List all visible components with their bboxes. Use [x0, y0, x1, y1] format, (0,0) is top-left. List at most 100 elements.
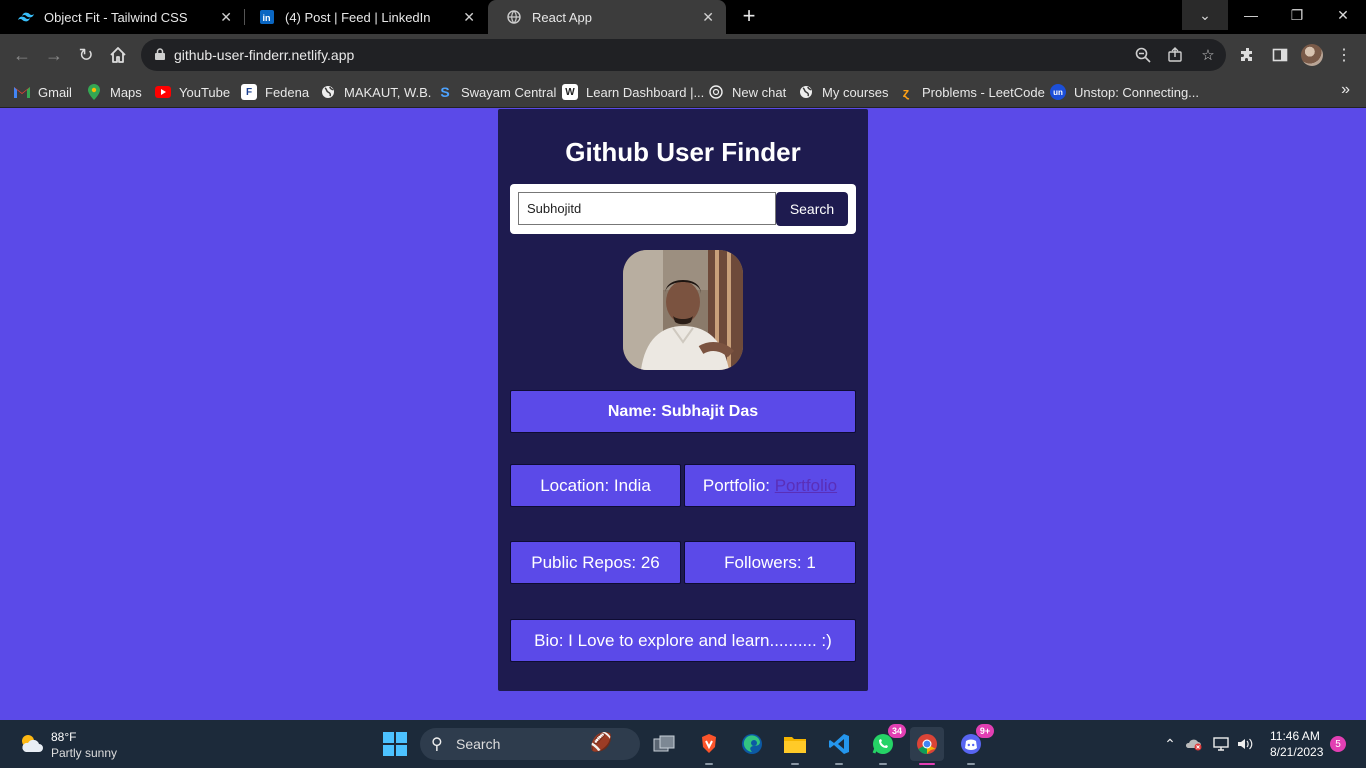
user-bio: Bio: I Love to explore and learn........…: [510, 619, 856, 662]
star-icon[interactable]: ☆: [1198, 45, 1218, 65]
windows-logo-tile: [383, 732, 394, 743]
taskbar-search[interactable]: ⚲ Search 🏈: [420, 728, 640, 760]
tab-linkedin[interactable]: in (4) Post | Feed | LinkedIn ✕: [241, 0, 487, 34]
minimize-button[interactable]: —: [1228, 0, 1274, 30]
maps-icon: [86, 84, 102, 100]
bookmark-fedena[interactable]: F Fedena: [241, 82, 309, 102]
bookmark-label: MAKAUT, W.B.: [344, 84, 432, 100]
clock-time[interactable]: 11:46 AM: [1270, 729, 1320, 743]
volume-icon[interactable]: [1235, 734, 1255, 754]
close-icon[interactable]: ✕: [220, 9, 232, 25]
clock-date[interactable]: 8/21/2023: [1270, 745, 1323, 759]
zoom-icon[interactable]: [1133, 45, 1153, 65]
weather-condition[interactable]: Partly sunny: [51, 746, 117, 760]
arrow-left-icon: ←: [13, 44, 31, 65]
vscode-icon[interactable]: [822, 727, 856, 765]
bookmark-youtube[interactable]: YouTube: [155, 82, 230, 102]
edge-icon[interactable]: [735, 727, 769, 761]
bookmark-label: Problems - LeetCode: [922, 84, 1045, 100]
windows-logo-tile: [396, 745, 407, 756]
tab-title: (4) Post | Feed | LinkedIn: [285, 9, 431, 25]
tab-tailwind[interactable]: Object Fit - Tailwind CSS ✕: [0, 0, 244, 34]
bookmark-swayam[interactable]: S Swayam Central: [437, 82, 556, 102]
share-icon[interactable]: [1165, 45, 1185, 65]
reload-button[interactable]: ↻: [74, 43, 98, 67]
chatgpt-icon: [708, 84, 724, 100]
tab-react-app[interactable]: React App ✕: [488, 0, 726, 34]
address-bar[interactable]: github-user-finderr.netlify.app ☆: [141, 39, 1226, 71]
forward-button[interactable]: →: [42, 43, 66, 67]
page-title: Github User Finder: [565, 137, 801, 167]
windows-start-button[interactable]: [383, 732, 407, 756]
bookmark-label: YouTube: [179, 84, 231, 100]
bookmark-makaut[interactable]: MAKAUT, W.B.: [320, 82, 431, 102]
home-button[interactable]: [106, 43, 130, 67]
bookmark-new-chat[interactable]: New chat: [708, 82, 786, 102]
running-indicator: [879, 763, 887, 765]
profile-avatar[interactable]: [1301, 44, 1323, 66]
partly-sunny-icon[interactable]: [18, 732, 44, 754]
learn-icon: W: [562, 84, 578, 100]
task-view-icon[interactable]: [647, 727, 681, 761]
back-button[interactable]: ←: [10, 43, 34, 67]
brave-icon[interactable]: [692, 727, 726, 765]
user-finder-card: Github User Finder Search Name: Subhajit…: [498, 109, 868, 691]
user-followers: Followers: 1: [684, 541, 856, 584]
chrome-icon[interactable]: [910, 727, 944, 765]
search-input[interactable]: [518, 192, 776, 225]
restore-button[interactable]: ❐: [1274, 0, 1320, 30]
youtube-icon: [155, 84, 171, 100]
bookmark-label: New chat: [732, 84, 787, 100]
new-tab-button[interactable]: +: [738, 5, 760, 28]
lock-icon: [155, 48, 165, 60]
reload-icon: ↻: [78, 44, 94, 65]
leetcode-icon: ɀ: [902, 84, 910, 100]
tailwind-icon: [18, 9, 34, 25]
fedena-icon: F: [241, 84, 257, 100]
bookmark-label: Maps: [110, 84, 142, 100]
search-button[interactable]: Search: [776, 192, 848, 226]
browser-toolbar: ← → ↻ github-user-finderr.netlify.app ☆ …: [0, 34, 1366, 76]
bookmark-leetcode[interactable]: ɀ Problems - LeetCode: [898, 82, 1045, 102]
user-name: Name: Subhajit Das: [510, 390, 856, 433]
discord-icon[interactable]: 9+: [954, 724, 994, 765]
chevron-double-right-icon[interactable]: »: [1341, 81, 1350, 99]
bookmark-label: My courses: [822, 84, 889, 100]
arrow-right-icon: →: [45, 44, 63, 65]
network-icon[interactable]: [1211, 734, 1231, 754]
menu-icon[interactable]: ⋮: [1332, 43, 1356, 67]
side-panel-icon[interactable]: [1268, 43, 1292, 67]
search-form: Search: [510, 184, 856, 234]
taskbar-search-label: Search: [456, 736, 501, 752]
bookmark-maps[interactable]: Maps: [86, 82, 142, 102]
tab-strip: Object Fit - Tailwind CSS ✕ in (4) Post …: [0, 0, 1366, 34]
portfolio-link[interactable]: Portfolio: [775, 476, 837, 496]
onedrive-error-icon[interactable]: [1184, 734, 1204, 754]
bookmark-label: Swayam Central: [461, 84, 557, 100]
svg-text:in: in: [263, 13, 271, 23]
bookmark-gmail[interactable]: Gmail: [14, 82, 72, 102]
url-text[interactable]: github-user-finderr.netlify.app: [174, 47, 354, 63]
globe-icon: [798, 84, 814, 100]
weather-temp[interactable]: 88°F: [51, 730, 76, 744]
football-icon: 🏈: [590, 732, 613, 752]
user-portfolio: Portfolio: Portfolio: [684, 464, 856, 507]
file-explorer-icon[interactable]: [778, 727, 812, 765]
running-indicator: [835, 763, 843, 765]
search-icon: ⚲: [431, 736, 443, 753]
tab-search-button[interactable]: ⌄: [1182, 0, 1228, 30]
chevron-up-icon[interactable]: ⌃: [1160, 734, 1180, 754]
unstop-icon: un: [1050, 84, 1066, 100]
whatsapp-icon[interactable]: 34: [866, 724, 906, 765]
close-window-button[interactable]: ✕: [1320, 0, 1366, 30]
extensions-icon[interactable]: [1236, 43, 1260, 67]
close-icon[interactable]: ✕: [702, 9, 714, 25]
close-icon[interactable]: ✕: [463, 9, 475, 25]
notification-badge[interactable]: 5: [1330, 736, 1346, 752]
gmail-icon: [14, 84, 30, 100]
bookmark-learn-dashboard[interactable]: W Learn Dashboard |...: [562, 82, 704, 102]
bookmark-my-courses[interactable]: My courses: [798, 82, 888, 102]
bookmark-unstop[interactable]: un Unstop: Connecting...: [1050, 82, 1199, 102]
user-public-repos: Public Repos: 26: [510, 541, 681, 584]
bookmark-label: Fedena: [265, 84, 310, 100]
